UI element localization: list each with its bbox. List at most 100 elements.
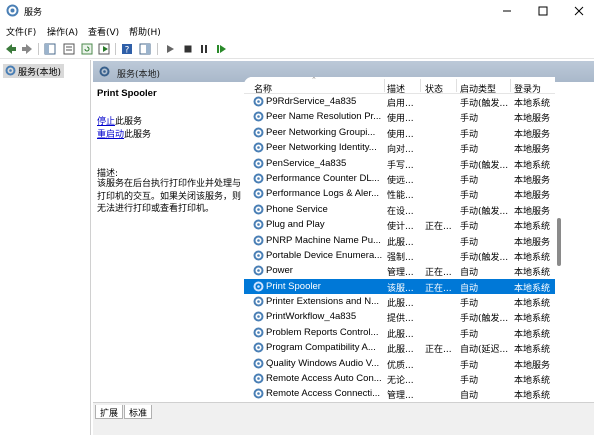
services-app-icon [6, 4, 19, 17]
service-description-cell: 使计... [387, 222, 414, 233]
vertical-scrollbar[interactable] [555, 100, 563, 402]
table-row[interactable]: PrintWorkflow_4a835 提供... 手动(触发... 本地系统 [244, 309, 555, 324]
service-startup-type-cell: 手动 [460, 299, 479, 310]
menu-help[interactable]: 帮助(H) [129, 25, 161, 38]
forward-icon [22, 44, 32, 54]
restart-service-button[interactable] [214, 42, 228, 56]
export-list-icon [98, 43, 110, 55]
column-divider[interactable] [456, 79, 457, 92]
restart-service-link[interactable]: 重启动 [97, 130, 124, 140]
service-log-on-as-cell: 本地系统 [514, 299, 551, 310]
table-row[interactable]: Problem Reports Control... 此服... 手动 本地系统 [244, 325, 555, 340]
service-name-cell: Power [266, 265, 293, 277]
service-description-cell: 使用... [387, 129, 414, 140]
service-description-cell: 强制... [387, 252, 414, 263]
service-gear-icon [253, 265, 264, 276]
service-gear-icon [253, 342, 264, 353]
menu-view[interactable]: 查看(V) [88, 25, 119, 38]
table-row[interactable]: Peer Networking Identity... 向对... 手动 本地服务 [244, 140, 555, 155]
service-log-on-as-cell: 本地服务 [514, 175, 551, 186]
column-divider[interactable] [510, 79, 511, 92]
table-row[interactable]: Quality Windows Audio V... 优质... 手动 本地服务 [244, 356, 555, 371]
table-row-selected[interactable]: Print Spooler 该服... 正在... 自动 本地系统 [244, 278, 555, 295]
help-button[interactable]: ? [120, 42, 134, 56]
toolbar: ? [0, 39, 594, 59]
table-row[interactable]: Printer Extensions and N... 此服... 手动 本地系统 [244, 294, 555, 309]
table-row[interactable]: Remote Access Connecti... 管理... 自动 本地系统 [244, 386, 555, 401]
service-description-cell: 手写... [387, 160, 414, 171]
stop-service-button[interactable] [181, 42, 195, 56]
show-action-pane-icon [139, 43, 151, 55]
tree-node-services-local[interactable]: 服务(本地) [3, 64, 65, 78]
table-row[interactable]: Performance Logs & Aler... 性能... 手动 本地服务 [244, 186, 555, 201]
toolbar-separator [115, 43, 116, 55]
pane-header-label: 服务(本地) [117, 70, 161, 80]
service-gear-icon [253, 96, 264, 107]
forward-button[interactable] [20, 42, 34, 56]
refresh-icon [81, 43, 93, 55]
column-divider[interactable] [384, 79, 385, 92]
restart-service-icon [217, 45, 226, 53]
table-row[interactable]: Program Compatibility A... 此服... 正在... 自动(延… [244, 340, 555, 355]
table-row[interactable]: Plug and Play 使计... 正在... 手动 本地系统 [244, 217, 555, 232]
description-text: 该服务在后台执行打印作业并处理与打印机的交互。如果关闭该服务，则无法进行打印或查… [97, 179, 242, 214]
pause-service-button[interactable] [197, 42, 211, 56]
scrollbar-thumb[interactable] [557, 218, 561, 266]
service-log-on-as-cell: 本地服务 [514, 191, 551, 202]
service-name-cell: P9RdrService_4a835 [266, 96, 357, 107]
service-name-cell: Remote Access Connecti... [266, 388, 381, 400]
table-row[interactable]: PenService_4a835 手写... 手动(触发... 本地系统 [244, 156, 555, 171]
services-pane: 服务(本地) Print Spooler 停止此服务 重启动此服务 描述: 该服… [93, 60, 594, 435]
maximize-icon [538, 6, 548, 15]
minimize-button[interactable] [498, 3, 516, 18]
table-row[interactable]: PNRP Machine Name Pu... 此服... 手动 本地服务 [244, 233, 555, 248]
menu-action[interactable]: 操作(A) [47, 25, 78, 38]
table-row[interactable]: Phone Service 在设... 手动(触发... 本地服务 [244, 202, 555, 217]
stop-service-link[interactable]: 停止 [97, 117, 115, 127]
service-startup-type-cell: 手动 [460, 360, 479, 371]
table-row[interactable]: Portable Device Enumera... 强制... 手动(触发... 本… [244, 248, 555, 263]
service-gear-icon [253, 358, 264, 369]
service-log-on-as-cell: 本地服务 [514, 114, 551, 125]
properties-button[interactable] [62, 42, 76, 56]
show-action-pane-button[interactable] [138, 42, 152, 56]
maximize-button[interactable] [534, 3, 552, 18]
view-tabs: 扩展 标准 [93, 402, 594, 435]
tab-extended[interactable]: 扩展 [95, 405, 124, 419]
back-button[interactable] [4, 42, 18, 56]
service-log-on-as-cell: 本地系统 [514, 329, 551, 340]
services-list: ⌃ 名称 描述 状态 启动类型 登录为 P9RdrService_4a835 启用… [244, 77, 555, 402]
service-name-cell: Phone Service [266, 203, 328, 215]
table-row[interactable]: P9RdrService_4a835 启用... 手动(触发... 本地系统 [244, 94, 555, 109]
column-divider[interactable] [420, 79, 421, 92]
refresh-button[interactable] [80, 42, 94, 56]
toolbar-separator [38, 43, 39, 55]
service-name-cell: Performance Counter DL... [266, 172, 380, 184]
start-service-button[interactable] [163, 42, 177, 56]
menu-file[interactable]: 文件(F) [6, 25, 36, 38]
service-log-on-as-cell: 本地服务 [514, 206, 551, 217]
table-row[interactable]: Remote Access Auto Con... 无论... 手动 本地系统 [244, 371, 555, 386]
service-gear-icon [253, 204, 264, 215]
service-description-cell: 管理... [387, 391, 414, 402]
service-startup-type-cell: 手动 [460, 114, 479, 125]
table-row[interactable]: Peer Networking Groupi... 使用... 手动 本地服务 [244, 125, 555, 140]
restart-service-suffix: 此服务 [124, 130, 152, 140]
service-log-on-as-cell: 本地服务 [514, 237, 551, 248]
service-name-cell: Peer Networking Groupi... [266, 126, 376, 138]
table-row[interactable]: Performance Counter DL... 使远... 手动 本地服务 [244, 171, 555, 186]
service-name-cell: Print Spooler [266, 280, 321, 292]
tab-standard[interactable]: 标准 [124, 405, 153, 419]
help-icon: ? [122, 44, 132, 55]
console-tree: 服务(本地) [0, 60, 91, 435]
title-bar: 服务 [0, 0, 594, 22]
service-gear-icon [253, 235, 264, 246]
service-name-cell: Peer Name Resolution Pr... [266, 111, 382, 123]
export-list-button[interactable] [97, 42, 111, 56]
service-description-cell: 使用... [387, 114, 414, 125]
service-startup-type-cell: 手动(触发... [460, 314, 509, 325]
close-button[interactable] [570, 3, 588, 18]
table-row[interactable]: Peer Name Resolution Pr... 使用... 手动 本地服务 [244, 109, 555, 124]
show-console-tree-button[interactable] [43, 42, 57, 56]
table-row[interactable]: Power 管理... 正在... 自动 本地系统 [244, 263, 555, 278]
